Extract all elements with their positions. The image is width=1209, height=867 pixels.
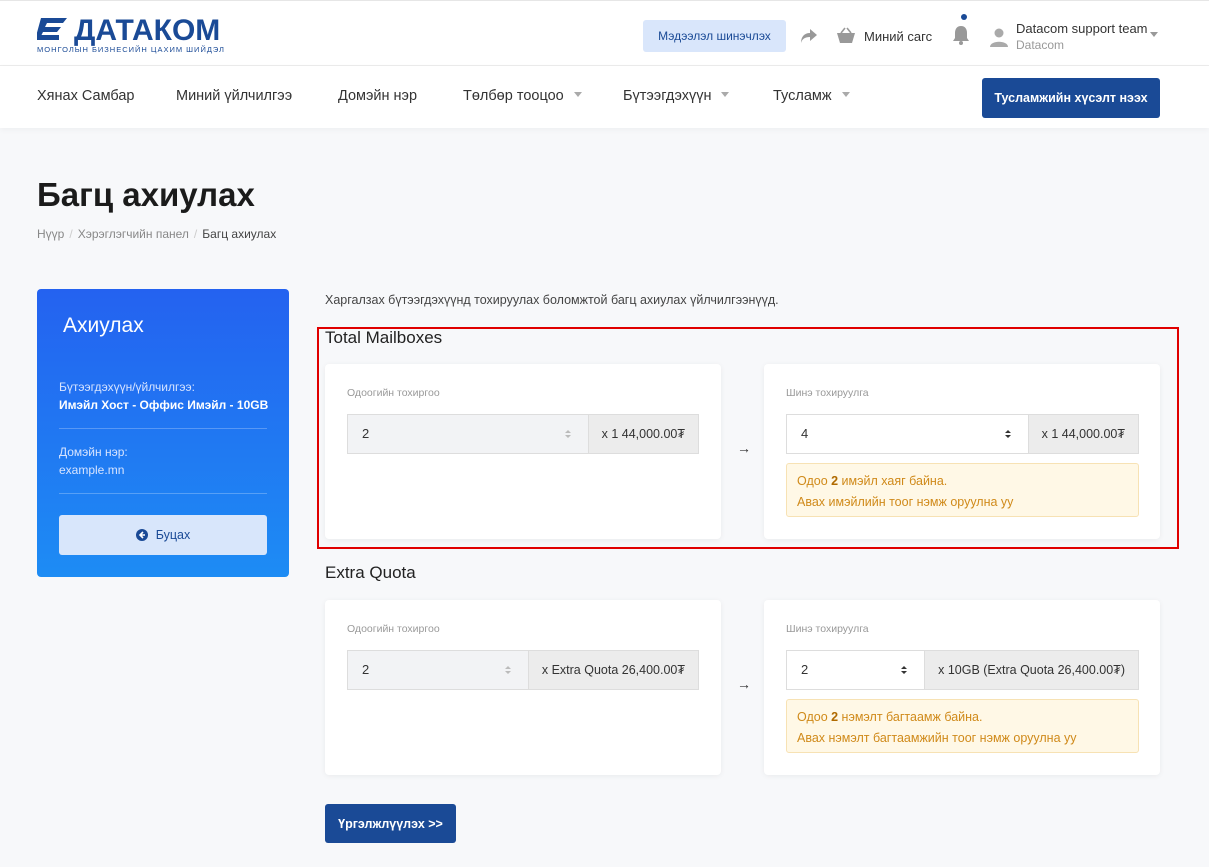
logo-subtitle: МОНГОЛЫН БИЗНЕСИЙН ЦАХИМ ШИЙДЭЛ [37, 45, 225, 54]
breadcrumb-separator: / [193, 227, 198, 241]
product-value: Имэйл Хост - Оффис Имэйл - 10GB [59, 398, 269, 412]
spinner-icon[interactable] [1004, 429, 1012, 439]
note-line-1: Одоо 2 имэйл хаяг байна. [797, 471, 1128, 492]
new-quota-value: 2 [801, 662, 809, 677]
current-config-card: Одоогийн тохиргоо 2 x 1 44,000.00₮ [325, 364, 721, 539]
user-icon[interactable] [989, 27, 1009, 47]
quota-info-note: Одоо 2 нэмэлт багтаамж байна. Авах нэмэл… [786, 699, 1139, 753]
nav-item-label: Төлбөр тооцоо [463, 88, 564, 104]
domain-label: Домэйн нэр: [59, 445, 128, 459]
breadcrumb: Нүүр / Хэрэглэгчийн панел / Багц ахиулах [37, 227, 276, 241]
current-quota-card: Одоогийн тохиргоо 2 x Extra Quota 26,400… [325, 600, 721, 775]
nav-item-support[interactable]: Тусламж [773, 88, 850, 104]
breadcrumb-separator: / [69, 227, 73, 241]
note-line-1: Одоо 2 нэмэлт багтаамж байна. [797, 707, 1128, 728]
nav-item-dashboard[interactable]: Хянах Самбар [37, 88, 134, 104]
section-title-extra-quota: Extra Quota [325, 563, 416, 582]
basket-icon[interactable] [836, 27, 856, 45]
current-quota-field: 2 x Extra Quota 26,400.00₮ [347, 650, 699, 690]
share-icon[interactable] [800, 28, 818, 44]
arrow-right-icon: → [737, 676, 751, 692]
nav-item-products[interactable]: Бүтээгдэхүүн [623, 88, 730, 104]
bell-icon[interactable] [952, 25, 970, 45]
current-mailboxes-input: 2 [348, 415, 588, 453]
page-title: Багц ахиулах [37, 176, 255, 213]
breadcrumb-current: Багц ахиулах [202, 227, 277, 241]
user-name[interactable]: Datacom support team [1016, 21, 1148, 36]
note-line-2: Авах нэмэлт багтаамжийн тоог нэмж оруулн… [797, 731, 1077, 745]
new-quota-card: Шинэ тохируулга 2 x 10GB (Extra Quota 26… [764, 600, 1160, 775]
current-quota-input: 2 [348, 651, 528, 689]
nav-item-domains[interactable]: Домэйн нэр [338, 88, 417, 104]
sidebar-title: Ахиулах [63, 314, 144, 337]
back-button[interactable]: Буцах [59, 515, 267, 555]
section-title-total-mailboxes: Total Mailboxes [325, 328, 443, 347]
nav-item-label: Тусламж [773, 88, 832, 104]
product-label: Бүтээгдэхүүн/үйлчилгээ: [59, 380, 195, 394]
chevron-down-icon[interactable] [1150, 32, 1158, 37]
my-cart-link[interactable]: Миний сагс [864, 29, 932, 44]
logo-mark-icon [37, 18, 67, 40]
current-mailboxes-price: x 1 44,000.00₮ [587, 415, 698, 453]
new-quota-price: x 10GB (Extra Quota 26,400.00₮) [924, 651, 1138, 689]
sidebar-divider [59, 428, 267, 429]
new-config-label: Шинэ тохируулга [786, 623, 869, 635]
new-quota-field: 2 x 10GB (Extra Quota 26,400.00₮) [786, 650, 1139, 690]
back-button-label: Буцах [155, 528, 191, 542]
new-config-label: Шинэ тохируулга [786, 387, 869, 399]
note-text: Одоо [797, 474, 832, 488]
new-quota-input[interactable]: 2 [787, 651, 925, 689]
new-mailboxes-input[interactable]: 4 [787, 415, 1028, 453]
nav-item-label: Бүтээгдэхүүн [623, 88, 712, 104]
sidebar-divider [59, 493, 267, 494]
new-config-card: Шинэ тохируулга 4 x 1 44,000.00₮ Одоо 2 … [764, 364, 1160, 539]
upgrade-sidebar: Ахиулах Бүтээгдэхүүн/үйлчилгээ: Имэйл Хо… [37, 289, 289, 577]
chevron-down-icon [721, 91, 730, 97]
spinner-icon [564, 430, 571, 438]
breadcrumb-home[interactable]: Нүүр [37, 227, 64, 241]
current-mailboxes-field: 2 x 1 44,000.00₮ [347, 414, 699, 454]
note-text: нэмэлт багтаамж байна. [838, 710, 983, 724]
current-mailboxes-value: 2 [362, 426, 370, 441]
new-mailboxes-value: 4 [801, 426, 809, 441]
chevron-down-icon [841, 91, 850, 97]
current-quota-value: 2 [362, 662, 370, 677]
current-config-label: Одоогийн тохиргоо [347, 623, 440, 635]
arrow-right-icon: → [737, 440, 751, 456]
intro-text: Харгалзах бүтээгдэхүүнд тохируулах болом… [325, 293, 779, 307]
nav-item-billing[interactable]: Төлбөр тооцоо [463, 88, 582, 104]
main-nav: Хянах Самбар Миний үйлчилгээ Домэйн нэр … [0, 66, 1209, 128]
mailbox-info-note: Одоо 2 имэйл хаяг байна. Авах имэйлийн т… [786, 463, 1139, 517]
breadcrumb-client-area[interactable]: Хэрэглэгчийн панел [78, 227, 189, 241]
logo-text: ДАТАКОМ [74, 14, 221, 47]
chevron-down-icon [573, 91, 582, 97]
spinner-icon[interactable] [900, 665, 908, 675]
top-bar: ДАТАКОМ МОНГОЛЫН БИЗНЕСИЙН ЦАХИМ ШИЙДЭЛ … [0, 0, 1209, 66]
note-text: имэйл хаяг байна. [838, 474, 948, 488]
user-org: Datacom [1016, 38, 1065, 52]
new-mailboxes-field: 4 x 1 44,000.00₮ [786, 414, 1139, 454]
open-ticket-button[interactable]: Тусламжийн хүсэлт нээх [982, 78, 1160, 118]
current-quota-price: x Extra Quota 26,400.00₮ [527, 651, 698, 689]
nav-item-my-services[interactable]: Миний үйлчилгээ [176, 88, 292, 104]
arrow-left-circle-icon [135, 528, 148, 541]
note-text: Одоо [797, 710, 832, 724]
note-line-2: Авах имэйлийн тоог нэмж оруулна уу [797, 495, 1014, 509]
notification-dot [961, 14, 967, 20]
domain-value: example.mn [59, 463, 125, 477]
continue-button[interactable]: Үргэлжлүүлэх >> [325, 804, 456, 843]
spinner-icon [504, 666, 511, 674]
current-config-label: Одоогийн тохиргоо [347, 387, 440, 399]
new-mailboxes-price: x 1 44,000.00₮ [1027, 415, 1138, 453]
update-info-button[interactable]: Мэдээлэл шинэчлэх [643, 20, 786, 52]
